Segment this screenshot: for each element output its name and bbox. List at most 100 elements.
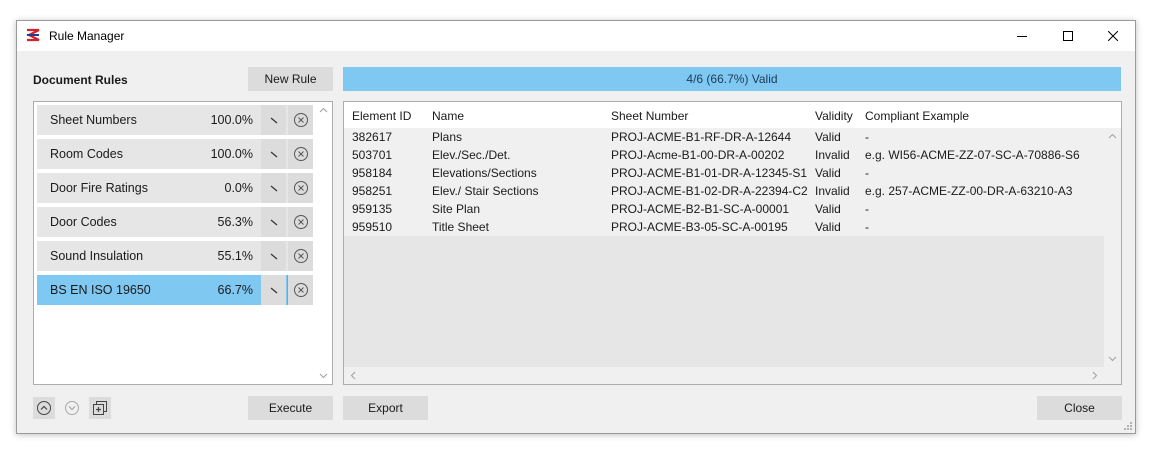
execute-button[interactable]: Execute <box>248 396 333 420</box>
export-button[interactable]: Export <box>343 396 428 420</box>
cell-compliant-example: - <box>865 202 869 216</box>
cell-validity: Valid <box>815 202 841 216</box>
rule-percent: 100.0% <box>210 147 253 161</box>
cell-compliant-example: - <box>865 166 869 180</box>
cell-name: Title Sheet <box>432 220 489 234</box>
delete-rule-button[interactable] <box>288 139 313 169</box>
maximize-icon <box>1063 31 1073 41</box>
scroll-left-arrow-icon[interactable] <box>349 371 358 380</box>
cell-validity: Valid <box>815 166 841 180</box>
arrow-down-circle-icon <box>65 401 79 415</box>
table-row[interactable]: 958251 Elev./ Stair Sections PROJ-ACME-B… <box>344 182 1104 200</box>
scroll-right-arrow-icon[interactable] <box>1090 371 1099 380</box>
rules-list-scrollbar[interactable] <box>315 102 332 384</box>
cell-validity: Invalid <box>815 148 850 162</box>
cell-sheet-number: PROJ-ACME-B3-05-SC-A-00195 <box>611 220 788 234</box>
rule-item-bs-en-iso-19650[interactable]: BS EN ISO 19650 66.7% <box>37 275 313 305</box>
table-row[interactable]: 503701 Elev./Sec./Det. PROJ-Acme-B1-00-D… <box>344 146 1104 164</box>
edit-icon <box>270 287 277 294</box>
delete-rule-button[interactable] <box>287 275 313 305</box>
close-button[interactable]: Close <box>1037 396 1122 420</box>
edit-rule-button[interactable] <box>261 105 286 135</box>
cell-name: Plans <box>432 130 463 144</box>
new-rule-button[interactable]: New Rule <box>248 67 333 91</box>
cell-element-id: 958184 <box>352 166 393 180</box>
edit-rule-button[interactable] <box>261 173 286 203</box>
cell-compliant-example: e.g. 257-ACME-ZZ-00-DR-A-63210-A3 <box>865 184 1073 198</box>
column-header-sheet-number[interactable]: Sheet Number <box>611 109 688 123</box>
edit-icon <box>270 219 277 226</box>
column-header-name[interactable]: Name <box>432 109 464 123</box>
add-copy-icon <box>93 401 107 415</box>
scroll-down-arrow-icon[interactable] <box>1108 354 1117 363</box>
edit-icon <box>270 151 277 158</box>
close-window-button[interactable] <box>1090 21 1136 51</box>
rule-name: Room Codes <box>50 147 123 161</box>
scroll-up-arrow-icon[interactable] <box>319 106 328 115</box>
grid-horizontal-scrollbar[interactable] <box>344 367 1121 384</box>
cell-sheet-number: PROJ-ACME-B1-01-DR-A-12345-S1 <box>611 166 808 180</box>
minimize-icon <box>1017 36 1027 37</box>
delete-circle-x-icon <box>293 147 308 161</box>
table-row[interactable]: 382617 Plans PROJ-ACME-B1-RF-DR-A-12644 … <box>344 128 1104 146</box>
title-bar[interactable]: Rule Manager <box>17 21 1135 51</box>
edit-icon <box>270 117 277 124</box>
column-header-compliant-example[interactable]: Compliant Example <box>865 109 969 123</box>
move-rule-up-button[interactable] <box>33 397 55 419</box>
delete-rule-button[interactable] <box>288 105 313 135</box>
rule-name: BS EN ISO 19650 <box>50 283 151 297</box>
cell-compliant-example: - <box>865 130 869 144</box>
rule-name: Door Fire Ratings <box>50 181 148 195</box>
cell-sheet-number: PROJ-Acme-B1-00-DR-A-00202 <box>611 148 785 162</box>
cell-element-id: 503701 <box>352 148 393 162</box>
scroll-up-arrow-icon[interactable] <box>1108 132 1117 141</box>
cell-name: Elev./Sec./Det. <box>432 148 511 162</box>
column-header-validity[interactable]: Validity <box>815 109 853 123</box>
rule-item-door-fire-ratings[interactable]: Door Fire Ratings 0.0% <box>37 173 313 203</box>
grid-header: Element ID Name Sheet Number Validity Co… <box>344 102 1121 128</box>
rule-name: Door Codes <box>50 215 117 229</box>
cell-validity: Invalid <box>815 184 850 198</box>
rule-manager-window: Rule Manager Document Rules New Rule 4/6… <box>16 20 1136 434</box>
table-row[interactable]: 959510 Title Sheet PROJ-ACME-B3-05-SC-A-… <box>344 218 1104 236</box>
rule-percent: 55.1% <box>217 249 253 263</box>
edit-icon <box>270 185 277 192</box>
rule-item-sound-insulation[interactable]: Sound Insulation 55.1% <box>37 241 313 271</box>
delete-rule-button[interactable] <box>288 173 313 203</box>
table-row[interactable]: 958184 Elevations/Sections PROJ-ACME-B1-… <box>344 164 1104 182</box>
cell-sheet-number: PROJ-ACME-B1-02-DR-A-22394-C2 <box>611 184 808 198</box>
edit-rule-button[interactable] <box>261 275 286 305</box>
grid-vertical-scrollbar[interactable] <box>1104 128 1121 367</box>
arrow-up-circle-icon <box>37 401 51 415</box>
move-rule-down-button[interactable] <box>61 397 83 419</box>
cell-element-id: 959510 <box>352 220 393 234</box>
rule-percent: 0.0% <box>224 181 254 195</box>
rule-manager-logo-icon <box>26 28 40 42</box>
resize-grip-icon[interactable] <box>1123 421 1133 431</box>
scroll-down-arrow-icon[interactable] <box>319 371 328 380</box>
cell-name: Elev./ Stair Sections <box>432 184 539 198</box>
edit-rule-button[interactable] <box>261 139 286 169</box>
delete-rule-button[interactable] <box>288 241 313 271</box>
delete-circle-x-icon <box>293 249 308 263</box>
rule-percent: 66.7% <box>217 283 253 297</box>
rule-item-room-codes[interactable]: Room Codes 100.0% <box>37 139 313 169</box>
close-icon <box>1108 31 1118 41</box>
results-grid[interactable]: Element ID Name Sheet Number Validity Co… <box>343 101 1122 385</box>
validity-progress-bar: 4/6 (66.7%) Valid <box>343 67 1121 91</box>
column-header-element-id[interactable]: Element ID <box>352 109 411 123</box>
maximize-button[interactable] <box>1045 21 1091 51</box>
cell-element-id: 382617 <box>352 130 393 144</box>
rule-item-sheet-numbers[interactable]: Sheet Numbers 100.0% <box>37 105 313 135</box>
delete-circle-x-icon <box>293 215 308 229</box>
delete-rule-button[interactable] <box>288 207 313 237</box>
duplicate-rule-button[interactable] <box>89 397 111 419</box>
delete-circle-x-icon <box>293 181 308 195</box>
edit-rule-button[interactable] <box>261 207 286 237</box>
edit-rule-button[interactable] <box>261 241 286 271</box>
table-row[interactable]: 959135 Site Plan PROJ-ACME-B2-B1-SC-A-00… <box>344 200 1104 218</box>
rules-list[interactable]: Sheet Numbers 100.0% Room Codes 100.0% D… <box>33 101 333 385</box>
edit-icon <box>270 253 277 260</box>
rule-item-door-codes[interactable]: Door Codes 56.3% <box>37 207 313 237</box>
minimize-button[interactable] <box>999 21 1045 51</box>
